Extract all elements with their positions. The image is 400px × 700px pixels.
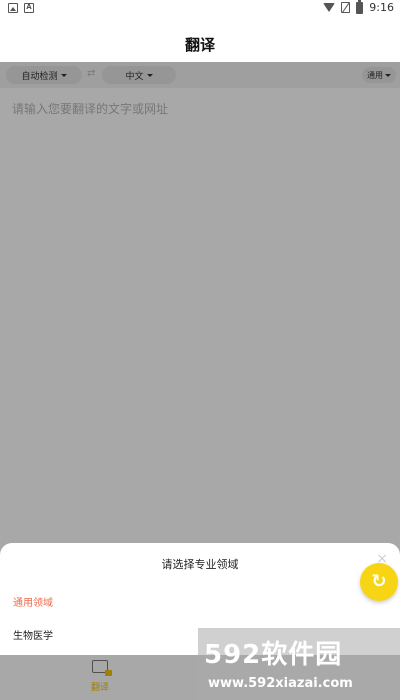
status-time: 9:16 [369, 1, 394, 14]
a-icon: A [24, 3, 34, 13]
watermark-logo: 592软件园 [204, 640, 343, 670]
image-icon [8, 3, 18, 13]
status-right: 9:16 [323, 0, 394, 14]
wifi-icon [323, 3, 336, 12]
refresh-icon: ↻ [371, 571, 387, 592]
battery-icon [356, 0, 364, 14]
status-left-icons: A [8, 3, 34, 13]
domain-option-biomedical[interactable]: 生物医学 [13, 627, 53, 642]
domain-option-general[interactable]: 通用领域 [13, 594, 53, 609]
app-header: 翻译 [0, 16, 400, 62]
refresh-button[interactable]: ↻ [360, 563, 398, 601]
watermark-url: www.592xiazai.com [208, 676, 353, 691]
no-sim-icon [341, 2, 351, 13]
watermark: 592软件园 www.592xiazai.com [198, 628, 400, 700]
sheet-title: 请选择专业领域 [161, 558, 239, 571]
page-title: 翻译 [184, 36, 215, 54]
status-bar: A 9:16 [0, 0, 400, 16]
